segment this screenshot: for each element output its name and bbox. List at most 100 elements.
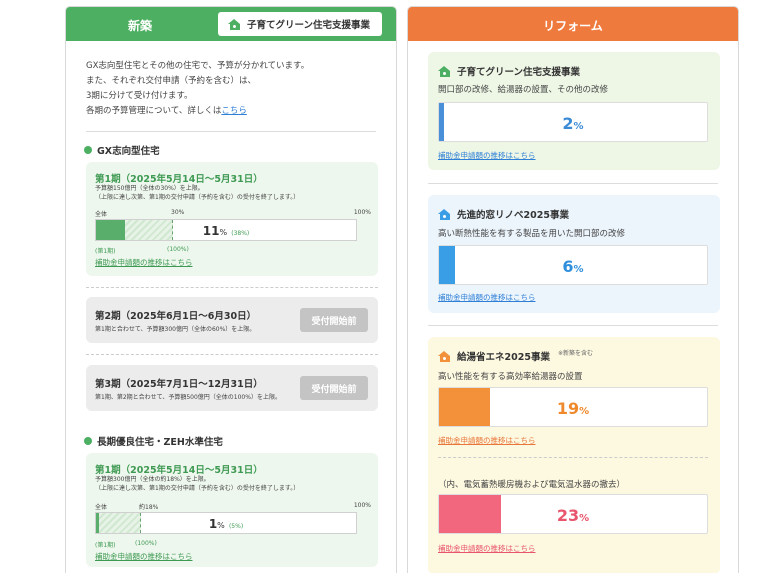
- card-desc: 開口部の改修、給湯器の設置、その他の改修: [438, 85, 609, 95]
- gx-period2-card: 第2期（2025年6月1日～6月30日） 第1期と合わせて、予算額300億円（全…: [86, 297, 378, 343]
- progress-unit: %: [217, 521, 225, 530]
- progress-number: 2: [562, 114, 574, 133]
- sub-label-period: (第1期): [95, 248, 116, 255]
- section-title-gx: GX志向型住宅: [84, 143, 160, 157]
- period-note: 第1期と合わせて、予算額300億円（全体の60%）を上限。: [95, 326, 256, 333]
- progress-value: 19%: [439, 399, 707, 418]
- period-note: 予算額300億円（全体の約18%）を上限。 （上限に達し次第、第1期の交付申請（…: [95, 475, 375, 493]
- scale-label-mid: 30%: [171, 209, 185, 216]
- sub-label-percent: (100%): [135, 540, 157, 547]
- new-construction-header: 新築 子育てグリーン住宅支援事業: [66, 7, 396, 41]
- period-heading: 第1期（2025年5月14日～5月31日）: [95, 174, 263, 185]
- card-title: 先進的窓リノベ2025事業: [457, 210, 569, 221]
- period-heading: 第3期（2025年7月1日～12月31日）: [95, 379, 263, 390]
- new-construction-panel: 新築 子育てグリーン住宅支援事業 GX志向型住宅とその他の住宅で、予算が分かれて…: [65, 6, 397, 573]
- intro-line: GX志向型住宅とその他の住宅で、予算が分かれています。: [86, 61, 310, 71]
- gx-period1-progress-bar: 11% (38%): [95, 219, 357, 241]
- progress-value: 1% (5%): [96, 517, 356, 531]
- gx-period1-card: 第1期（2025年5月14日～5月31日） 予算額150億円（全体の30%）を上…: [86, 162, 378, 276]
- card-heading: 子育てグリーン住宅支援事業: [438, 64, 580, 78]
- period-note-line: （上限に達し次第、第1期の交付申請（予約を含む）の受付を終了します。）: [95, 194, 300, 201]
- period-heading: 第2期（2025年6月1日～6月30日）: [95, 311, 257, 322]
- not-open-button[interactable]: 受付開始前: [300, 376, 368, 400]
- scale-label-start: 全体: [95, 504, 108, 511]
- bullet-dot: [84, 146, 92, 154]
- intro-line: 3期に分けて受け付けます。: [86, 91, 193, 101]
- divider: [86, 131, 376, 132]
- reform-header: リフォーム: [408, 7, 738, 41]
- budget-details-link[interactable]: こちら: [221, 106, 247, 116]
- sub-label-percent: (100%): [167, 246, 189, 253]
- kosodate-progress-bar: 2%: [438, 102, 708, 142]
- progress-sub: (38%): [231, 230, 250, 237]
- progress-value: 23%: [439, 506, 707, 525]
- kosodate-green-badge-label: 子育てグリーン住宅支援事業: [247, 20, 371, 31]
- reform-title: リフォーム: [543, 19, 603, 33]
- gx-period3-card: 第3期（2025年7月1日～12月31日） 第1期、第2期と合わせて、予算額50…: [86, 365, 378, 411]
- progress-number: 1: [208, 517, 218, 531]
- card-desc-removal: （内、電気蓄熱暖房機および電気温水器の撤去）: [438, 480, 626, 490]
- reform-card-water-heater: 給湯省エネ2025事業 ※新築を含む 高い性能を有する高効率給湯器の設置 19%…: [428, 337, 720, 573]
- card-heading: 先進的窓リノベ2025事業: [438, 207, 569, 221]
- progress-unit: %: [573, 264, 584, 275]
- progress-unit: %: [579, 406, 590, 417]
- water-heater-progress-bar: 19%: [438, 387, 708, 427]
- kosodate-green-badge[interactable]: 子育てグリーン住宅支援事業: [218, 12, 382, 36]
- period-note: 予算額150億円（全体の30%）を上限。 （上限に達し次第、第1期の交付申請（予…: [95, 184, 375, 202]
- card-desc: 高い断熱性能を有する製品を用いた開口部の改修: [438, 229, 626, 239]
- bullet-dot: [84, 437, 92, 445]
- progress-number: 11: [202, 224, 220, 238]
- page: 新築 子育てグリーン住宅支援事業 GX志向型住宅とその他の住宅で、予算が分かれて…: [0, 0, 768, 573]
- progress-number: 23: [556, 506, 580, 525]
- progress-value: 11% (38%): [96, 224, 356, 238]
- kosodate-history-link[interactable]: 補助金申請額の推移はこちら: [438, 150, 536, 161]
- section-title-gx-label: GX志向型住宅: [97, 146, 160, 157]
- intro-line: 各期の予算管理について、詳しくはこちら: [86, 104, 386, 119]
- window-history-link[interactable]: 補助金申請額の推移はこちら: [438, 292, 536, 303]
- progress-number: 6: [562, 257, 574, 276]
- progress-value: 6%: [439, 257, 707, 276]
- progress-unit: %: [579, 513, 590, 524]
- period-note-line: 予算額150億円（全体の30%）を上限。: [95, 185, 204, 192]
- section-title-longlife: 長期優良住宅・ZEH水準住宅: [84, 434, 223, 448]
- period-note-line: 予算額300億円（全体の約18%）を上限。: [95, 476, 210, 483]
- scale-label-mid: 約18%: [139, 504, 159, 511]
- water-heater-history-link[interactable]: 補助金申請額の推移はこちら: [438, 435, 536, 446]
- intro-line: また、それぞれ交付申請（予約を含む）は、: [86, 76, 257, 86]
- card-title: 給湯省エネ2025事業: [457, 352, 550, 363]
- scale-label-start: 全体: [95, 211, 108, 218]
- progress-unit: %: [573, 121, 584, 132]
- dashed-divider: [438, 457, 708, 458]
- window-progress-bar: 6%: [438, 245, 708, 285]
- card-note: ※新築を含む: [557, 349, 593, 357]
- card-title: 子育てグリーン住宅支援事業: [457, 67, 581, 78]
- house-icon: [438, 208, 451, 220]
- not-open-button[interactable]: 受付開始前: [300, 308, 368, 332]
- reform-panel: リフォーム 子育てグリーン住宅支援事業 開口部の改修、給湯器の設置、その他の改修…: [407, 6, 739, 573]
- period-heading: 第1期（2025年5月14日～5月31日）: [95, 465, 263, 476]
- card-heading: 給湯省エネ2025事業 ※新築を含む: [438, 349, 593, 363]
- reform-card-window: 先進的窓リノベ2025事業 高い断熱性能を有する製品を用いた開口部の改修 6% …: [428, 195, 720, 313]
- dashed-divider: [86, 354, 378, 355]
- progress-value: 2%: [439, 114, 707, 133]
- scale-label-end: 100%: [353, 209, 371, 216]
- longlife-period1-card: 第1期（2025年5月14日～5月31日） 予算額300億円（全体の約18%）を…: [86, 453, 378, 567]
- gx-history-link[interactable]: 補助金申請額の推移はこちら: [95, 257, 193, 268]
- intro-last-text: 各期の予算管理について、詳しくは: [86, 106, 222, 116]
- house-icon: [438, 350, 451, 362]
- intro-text: GX志向型住宅とその他の住宅で、予算が分かれています。 また、それぞれ交付申請（…: [86, 59, 386, 119]
- new-construction-title: 新築: [128, 19, 153, 33]
- longlife-period1-progress-bar: 1% (5%): [95, 512, 357, 534]
- longlife-history-link[interactable]: 補助金申請額の推移はこちら: [95, 551, 193, 562]
- divider: [428, 183, 718, 184]
- divider: [428, 325, 718, 326]
- removal-progress-bar: 23%: [438, 494, 708, 534]
- section-title-longlife-label: 長期優良住宅・ZEH水準住宅: [97, 437, 223, 448]
- scale-label-end: 100%: [353, 502, 371, 509]
- sub-label-period: (第1期): [95, 542, 116, 549]
- house-icon: [228, 18, 241, 30]
- reform-card-kosodate: 子育てグリーン住宅支援事業 開口部の改修、給湯器の設置、その他の改修 2% 補助…: [428, 52, 720, 170]
- progress-sub: (5%): [228, 523, 244, 530]
- removal-history-link[interactable]: 補助金申請額の推移はこちら: [438, 543, 536, 554]
- house-icon: [438, 65, 451, 77]
